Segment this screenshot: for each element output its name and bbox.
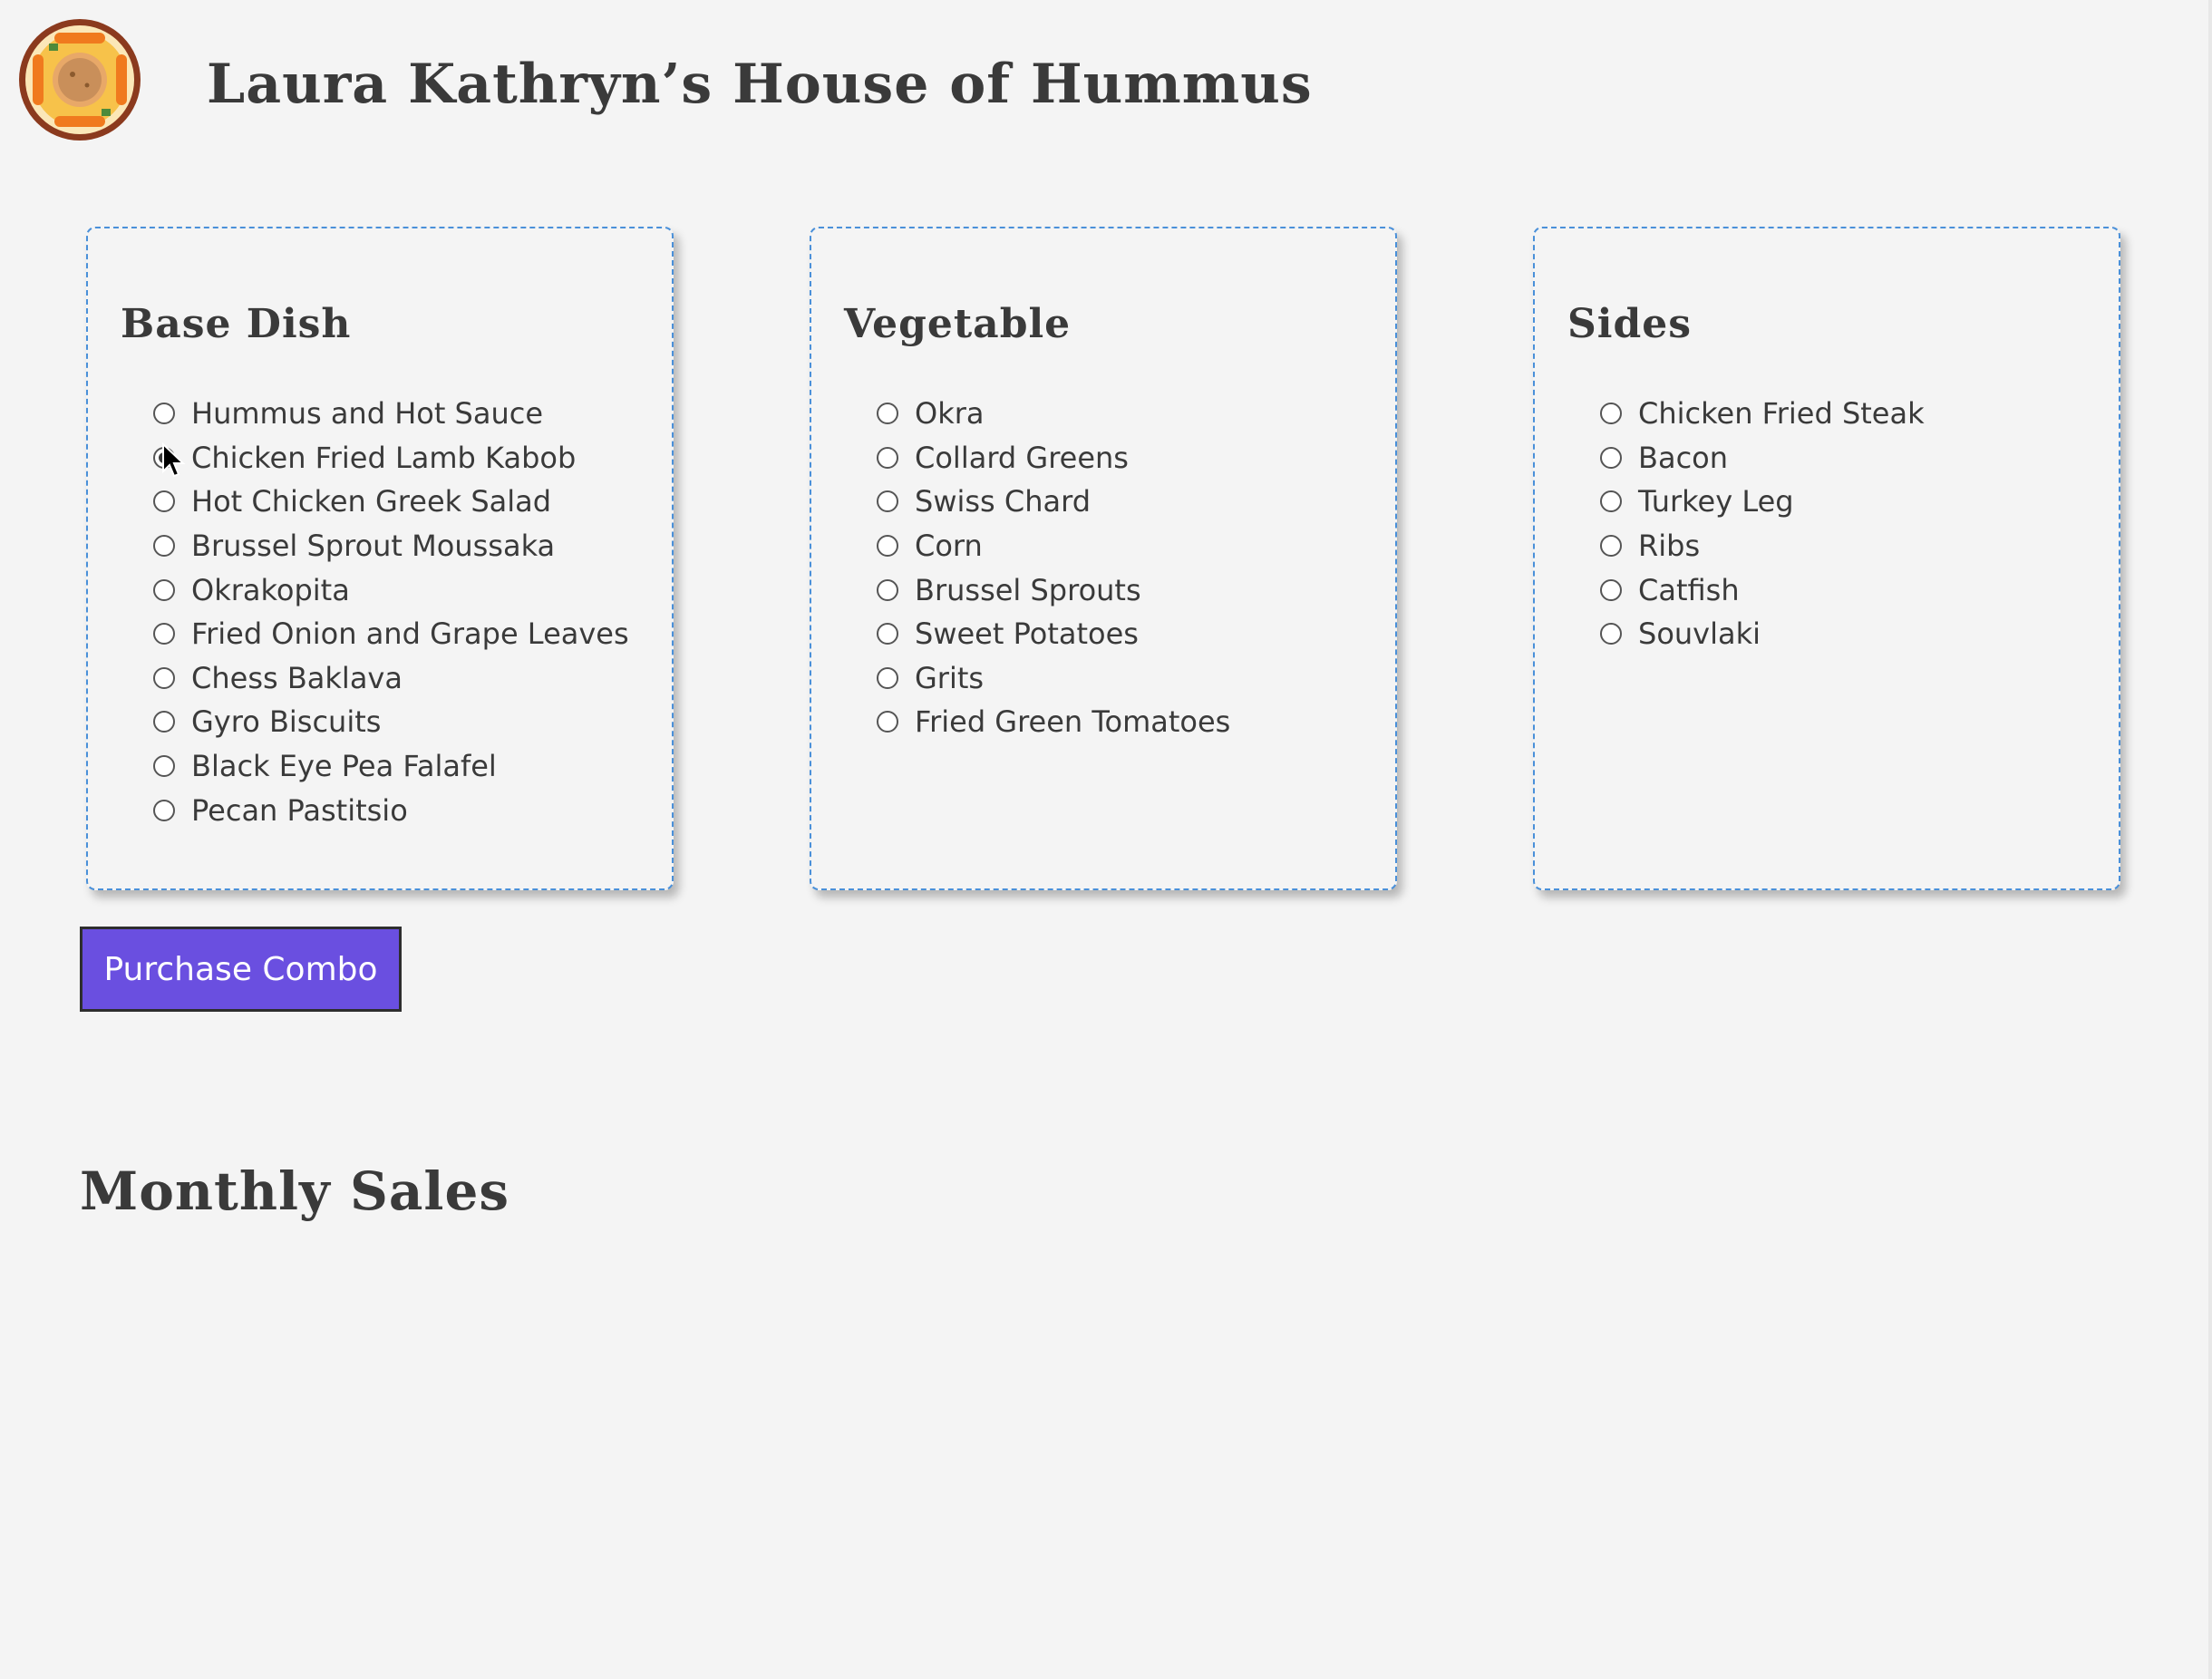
option-label[interactable]: Chess Baklava (191, 661, 403, 695)
site-header: Laura Kathryn’s House of Hummus (0, 0, 2212, 181)
sides-option[interactable]: Turkey Leg (1600, 480, 1925, 524)
option-label[interactable]: Hummus and Hot Sauce (191, 396, 543, 431)
option-label[interactable]: Chicken Fried Lamb Kabob (191, 441, 576, 475)
option-label[interactable]: Pecan Pastitsio (191, 793, 408, 828)
vegetable-option[interactable]: Sweet Potatoes (877, 612, 1230, 656)
vegetable-option[interactable]: Grits (877, 656, 1230, 701)
base-dish-option[interactable]: Hot Chicken Greek Salad (153, 480, 629, 524)
radio-button[interactable] (877, 446, 898, 469)
option-label[interactable]: Okra (915, 396, 984, 431)
purchase-combo-button[interactable]: Purchase Combo (80, 927, 402, 1012)
vegetable-option[interactable]: Corn (877, 524, 1230, 568)
radio-button[interactable] (153, 623, 175, 645)
vegetable-option[interactable]: Okra (877, 392, 1230, 436)
panel-title-base-dish: Base Dish (121, 301, 352, 347)
site-title: Laura Kathryn’s House of Hummus (207, 53, 1313, 116)
option-label[interactable]: Corn (915, 529, 983, 563)
radio-button[interactable] (877, 403, 898, 425)
sides-option[interactable]: Bacon (1600, 436, 1925, 480)
radio-button[interactable] (153, 711, 175, 733)
sides-panel: Sides Chicken Fried Steak Bacon Turkey L… (1533, 227, 2120, 890)
radio-button[interactable] (153, 490, 175, 513)
option-label[interactable]: Chicken Fried Steak (1638, 396, 1925, 431)
sides-option[interactable]: Ribs (1600, 524, 1925, 568)
radio-button[interactable] (1600, 403, 1622, 425)
option-label[interactable]: Fried Green Tomatoes (915, 704, 1230, 739)
radio-button[interactable] (1600, 578, 1622, 601)
scrollbar-track[interactable] (2208, 0, 2212, 1679)
radio-button[interactable] (877, 623, 898, 645)
radio-button[interactable] (877, 535, 898, 558)
panel-title-sides: Sides (1567, 301, 1693, 347)
radio-button[interactable] (1600, 446, 1622, 469)
vegetable-option[interactable]: Brussel Sprouts (877, 568, 1230, 612)
radio-button[interactable] (153, 666, 175, 689)
radio-button[interactable] (1600, 490, 1622, 513)
base-dish-option[interactable]: Fried Onion and Grape Leaves (153, 612, 629, 656)
option-label[interactable]: Turkey Leg (1638, 484, 1794, 519)
radio-button[interactable] (153, 799, 175, 821)
base-dish-option[interactable]: Chicken Fried Lamb Kabob (153, 436, 629, 480)
option-label[interactable]: Brussel Sprout Moussaka (191, 529, 555, 563)
vegetable-option[interactable]: Swiss Chard (877, 480, 1230, 524)
base-dish-option[interactable]: Black Eye Pea Falafel (153, 744, 629, 789)
radio-button[interactable] (153, 446, 175, 469)
panel-title-vegetable: Vegetable (844, 301, 1072, 347)
base-dish-option[interactable]: Brussel Sprout Moussaka (153, 524, 629, 568)
hummus-plate-icon (19, 19, 141, 141)
option-label[interactable]: Catfish (1638, 573, 1740, 607)
radio-button[interactable] (877, 490, 898, 513)
radio-button[interactable] (877, 578, 898, 601)
radio-button[interactable] (153, 535, 175, 558)
option-label[interactable]: Souvlaki (1638, 616, 1761, 651)
base-dish-options: Hummus and Hot Sauce Chicken Fried Lamb … (153, 392, 629, 832)
base-dish-option[interactable]: Pecan Pastitsio (153, 788, 629, 832)
sides-option[interactable]: Chicken Fried Steak (1600, 392, 1925, 436)
vegetable-option[interactable]: Collard Greens (877, 436, 1230, 480)
base-dish-option[interactable]: Gyro Biscuits (153, 700, 629, 744)
option-label[interactable]: Bacon (1638, 441, 1728, 475)
sides-option[interactable]: Catfish (1600, 568, 1925, 612)
option-label[interactable]: Gyro Biscuits (191, 704, 381, 739)
option-label[interactable]: Fried Onion and Grape Leaves (191, 616, 629, 651)
option-label[interactable]: Brussel Sprouts (915, 573, 1141, 607)
radio-button[interactable] (877, 666, 898, 689)
option-label[interactable]: Ribs (1638, 529, 1700, 563)
option-label[interactable]: Sweet Potatoes (915, 616, 1139, 651)
base-dish-panel: Base Dish Hummus and Hot Sauce Chicken F… (86, 227, 674, 890)
option-label[interactable]: Swiss Chard (915, 484, 1091, 519)
radio-button[interactable] (153, 403, 175, 425)
sides-options: Chicken Fried Steak Bacon Turkey Leg Rib… (1600, 392, 1925, 656)
monthly-sales-heading: Monthly Sales (80, 1160, 509, 1222)
vegetable-options: Okra Collard Greens Swiss Chard Corn Bru… (877, 392, 1230, 744)
sides-option[interactable]: Souvlaki (1600, 612, 1925, 656)
option-label[interactable]: Black Eye Pea Falafel (191, 749, 497, 783)
option-label[interactable]: Grits (915, 661, 984, 695)
option-label[interactable]: Okrakopita (191, 573, 350, 607)
radio-button[interactable] (877, 711, 898, 733)
vegetable-option[interactable]: Fried Green Tomatoes (877, 700, 1230, 744)
vegetable-panel: Vegetable Okra Collard Greens Swiss Char… (810, 227, 1397, 890)
option-label[interactable]: Collard Greens (915, 441, 1129, 475)
base-dish-option[interactable]: Okrakopita (153, 568, 629, 612)
base-dish-option[interactable]: Chess Baklava (153, 656, 629, 701)
radio-button[interactable] (153, 578, 175, 601)
radio-button[interactable] (153, 755, 175, 778)
radio-button[interactable] (1600, 535, 1622, 558)
base-dish-option[interactable]: Hummus and Hot Sauce (153, 392, 629, 436)
radio-button[interactable] (1600, 623, 1622, 645)
option-label[interactable]: Hot Chicken Greek Salad (191, 484, 551, 519)
